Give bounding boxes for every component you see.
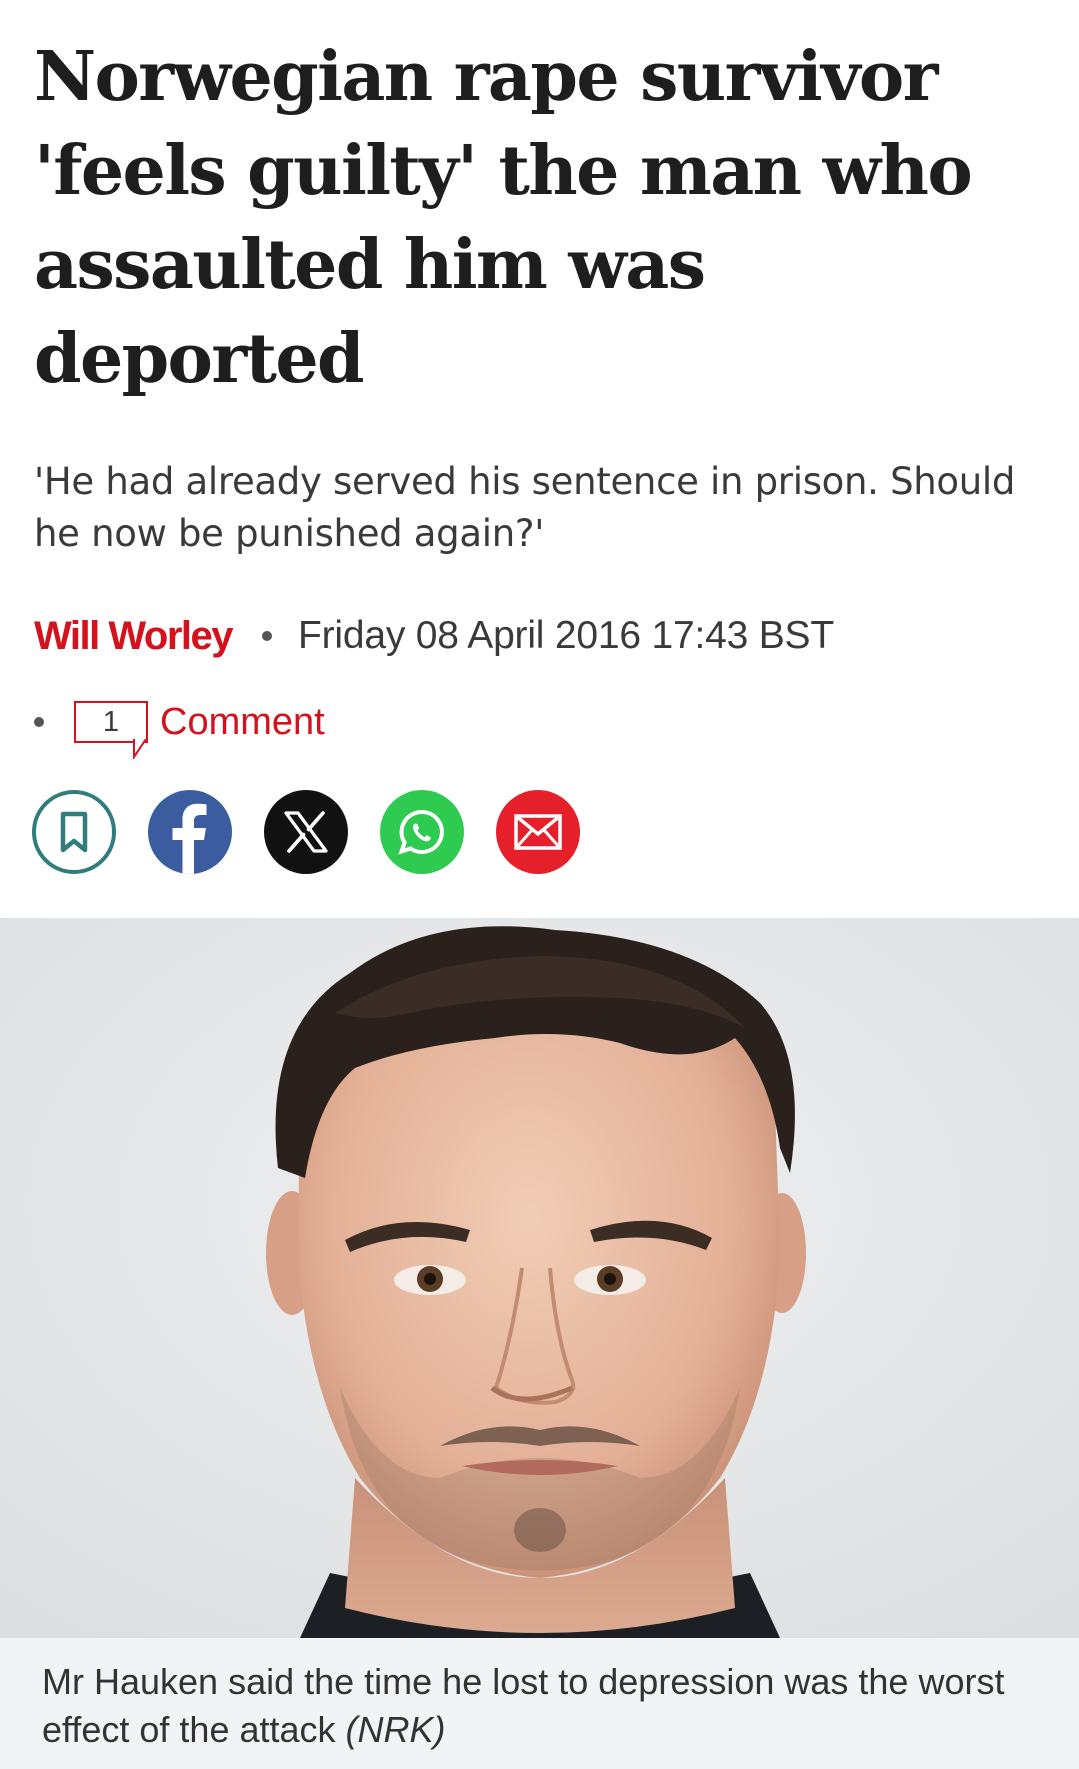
separator-dot xyxy=(262,631,272,641)
x-share-button[interactable] xyxy=(264,790,348,874)
caption-text: Mr Hauken said the time he lost to depre… xyxy=(42,1661,1005,1750)
mail-icon xyxy=(514,814,562,850)
facebook-icon xyxy=(172,803,207,874)
share-bar xyxy=(32,790,580,874)
article-standfirst: 'He had already served his sentence in p… xyxy=(34,460,1016,555)
whatsapp-share-button[interactable] xyxy=(380,790,464,874)
comment-bubble-icon: 1 xyxy=(74,701,148,759)
photo-credit: (NRK) xyxy=(345,1709,446,1750)
bookmark-icon xyxy=(60,811,88,853)
comments-link[interactable]: 1 Comment xyxy=(74,700,325,759)
comment-label: Comment xyxy=(160,700,325,743)
publish-date: Friday 08 April 2016 17:43 BST xyxy=(298,614,834,657)
email-share-button[interactable] xyxy=(496,790,580,874)
comment-bubble-tail xyxy=(133,739,147,759)
separator-dot xyxy=(34,717,44,727)
whatsapp-icon xyxy=(398,809,444,855)
photo-caption: Mr Hauken said the time he lost to depre… xyxy=(0,1638,1079,1769)
article-photo[interactable] xyxy=(0,918,1079,1638)
facebook-share-button[interactable] xyxy=(148,790,232,874)
author-link[interactable]: Will Worley xyxy=(34,614,234,659)
x-icon xyxy=(284,811,328,853)
comments-row: 1 Comment xyxy=(34,692,325,759)
bookmark-button[interactable] xyxy=(32,790,116,874)
article-headline: Norwegian rape survivor 'feels guilty' t… xyxy=(34,37,973,399)
portrait-photo xyxy=(0,918,1079,1638)
byline: Will Worley Friday 08 April 2016 17:43 B… xyxy=(34,608,834,664)
article-header: Norwegian rape survivor 'feels guilty' t… xyxy=(0,0,1079,918)
comment-count: 1 xyxy=(102,705,120,738)
